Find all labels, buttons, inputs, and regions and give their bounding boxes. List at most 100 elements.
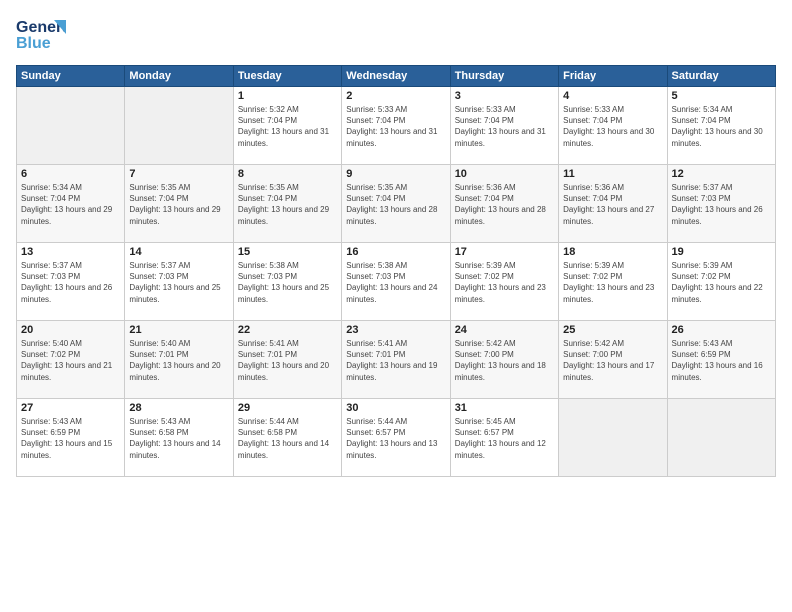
day-info: Sunrise: 5:44 AMSunset: 6:58 PMDaylight:…: [238, 416, 337, 461]
calendar-cell: 30 Sunrise: 5:44 AMSunset: 6:57 PMDayligh…: [342, 399, 450, 477]
calendar-cell: [17, 87, 125, 165]
day-number: 26: [672, 324, 771, 336]
calendar-cell: 17 Sunrise: 5:39 AMSunset: 7:02 PMDayligh…: [450, 243, 558, 321]
day-info: Sunrise: 5:37 AMSunset: 7:03 PMDaylight:…: [21, 260, 120, 305]
calendar-cell: 10Sunrise: 5:36 AMSunset: 7:04 PMDayligh…: [450, 165, 558, 243]
day-info: Sunrise: 5:38 AMSunset: 7:03 PMDaylight:…: [238, 260, 337, 305]
day-number: 19: [672, 246, 771, 258]
calendar-cell: 2Sunrise: 5:33 AMSunset: 7:04 PMDaylight…: [342, 87, 450, 165]
day-info: Sunrise: 5:42 AMSunset: 7:00 PMDaylight:…: [455, 338, 554, 383]
day-info: Sunrise: 5:40 AMSunset: 7:01 PMDaylight:…: [129, 338, 228, 383]
day-info: Sunrise: 5:36 AMSunset: 7:04 PMDaylight:…: [455, 182, 554, 227]
day-number: 4: [563, 90, 662, 102]
calendar-cell: [667, 399, 775, 477]
day-number: 14: [129, 246, 228, 258]
day-info: Sunrise: 5:39 AMSunset: 7:02 PMDaylight:…: [455, 260, 554, 305]
day-info: Sunrise: 5:41 AMSunset: 7:01 PMDaylight:…: [238, 338, 337, 383]
calendar-cell: 18 Sunrise: 5:39 AMSunset: 7:02 PMDayligh…: [559, 243, 667, 321]
day-info: Sunrise: 5:40 AMSunset: 7:02 PMDaylight:…: [21, 338, 120, 383]
weekday-header: Sunday: [17, 66, 125, 87]
svg-text:Blue: Blue: [16, 35, 51, 52]
calendar-week-row: 13 Sunrise: 5:37 AMSunset: 7:03 PMDayligh…: [17, 243, 776, 321]
calendar-week-row: 1 Sunrise: 5:32 AMSunset: 7:04 PMDaylight…: [17, 87, 776, 165]
logo-icon: General Blue: [16, 12, 66, 57]
day-number: 11: [563, 168, 662, 180]
day-number: 3: [455, 90, 554, 102]
calendar-cell: 24 Sunrise: 5:42 AMSunset: 7:00 PMDayligh…: [450, 321, 558, 399]
day-info: Sunrise: 5:45 AMSunset: 6:57 PMDaylight:…: [455, 416, 554, 461]
day-info: Sunrise: 5:39 AMSunset: 7:02 PMDaylight:…: [563, 260, 662, 305]
calendar-cell: 9 Sunrise: 5:35 AMSunset: 7:04 PMDaylight…: [342, 165, 450, 243]
calendar-cell: 12 Sunrise: 5:37 AMSunset: 7:03 PMDayligh…: [667, 165, 775, 243]
day-number: 24: [455, 324, 554, 336]
day-info: Sunrise: 5:35 AMSunset: 7:04 PMDaylight:…: [346, 182, 445, 227]
calendar-cell: 3 Sunrise: 5:33 AMSunset: 7:04 PMDaylight…: [450, 87, 558, 165]
calendar-week-row: 27 Sunrise: 5:43 AMSunset: 6:59 PMDayligh…: [17, 399, 776, 477]
calendar-cell: 28 Sunrise: 5:43 AMSunset: 6:58 PMDayligh…: [125, 399, 233, 477]
weekday-header: Monday: [125, 66, 233, 87]
weekday-header: Tuesday: [233, 66, 341, 87]
calendar-cell: 7 Sunrise: 5:35 AMSunset: 7:04 PMDaylight…: [125, 165, 233, 243]
day-number: 22: [238, 324, 337, 336]
calendar-cell: 8 Sunrise: 5:35 AMSunset: 7:04 PMDaylight…: [233, 165, 341, 243]
day-info: Sunrise: 5:36 AMSunset: 7:04 PMDaylight:…: [563, 182, 662, 227]
day-number: 17: [455, 246, 554, 258]
calendar-week-row: 6Sunrise: 5:34 AMSunset: 7:04 PMDaylight…: [17, 165, 776, 243]
calendar-cell: 29 Sunrise: 5:44 AMSunset: 6:58 PMDayligh…: [233, 399, 341, 477]
calendar-cell: [125, 87, 233, 165]
day-number: 27: [21, 402, 120, 414]
calendar-cell: 21Sunrise: 5:40 AMSunset: 7:01 PMDayligh…: [125, 321, 233, 399]
calendar-week-row: 20 Sunrise: 5:40 AMSunset: 7:02 PMDayligh…: [17, 321, 776, 399]
day-number: 9: [346, 168, 445, 180]
day-number: 31: [455, 402, 554, 414]
day-info: Sunrise: 5:37 AMSunset: 7:03 PMDaylight:…: [129, 260, 228, 305]
day-number: 6: [21, 168, 120, 180]
day-number: 12: [672, 168, 771, 180]
day-info: Sunrise: 5:35 AMSunset: 7:04 PMDaylight:…: [238, 182, 337, 227]
calendar-cell: 16Sunrise: 5:38 AMSunset: 7:03 PMDayligh…: [342, 243, 450, 321]
calendar-cell: 5 Sunrise: 5:34 AMSunset: 7:04 PMDaylight…: [667, 87, 775, 165]
day-number: 28: [129, 402, 228, 414]
day-info: Sunrise: 5:33 AMSunset: 7:04 PMDaylight:…: [455, 104, 554, 149]
calendar-cell: 19 Sunrise: 5:39 AMSunset: 7:02 PMDayligh…: [667, 243, 775, 321]
logo: General Blue: [16, 12, 68, 57]
day-number: 20: [21, 324, 120, 336]
calendar-cell: 23Sunrise: 5:41 AMSunset: 7:01 PMDayligh…: [342, 321, 450, 399]
day-number: 30: [346, 402, 445, 414]
weekday-header: Thursday: [450, 66, 558, 87]
day-number: 5: [672, 90, 771, 102]
day-info: Sunrise: 5:43 AMSunset: 6:59 PMDaylight:…: [21, 416, 120, 461]
day-number: 29: [238, 402, 337, 414]
calendar-cell: 4Sunrise: 5:33 AMSunset: 7:04 PMDaylight…: [559, 87, 667, 165]
day-info: Sunrise: 5:43 AMSunset: 6:58 PMDaylight:…: [129, 416, 228, 461]
day-info: Sunrise: 5:35 AMSunset: 7:04 PMDaylight:…: [129, 182, 228, 227]
weekday-header: Saturday: [667, 66, 775, 87]
day-number: 1: [238, 90, 337, 102]
calendar-cell: 27 Sunrise: 5:43 AMSunset: 6:59 PMDayligh…: [17, 399, 125, 477]
calendar-cell: 6Sunrise: 5:34 AMSunset: 7:04 PMDaylight…: [17, 165, 125, 243]
day-info: Sunrise: 5:43 AMSunset: 6:59 PMDaylight:…: [672, 338, 771, 383]
day-number: 2: [346, 90, 445, 102]
day-info: Sunrise: 5:34 AMSunset: 7:04 PMDaylight:…: [672, 104, 771, 149]
calendar-cell: 13 Sunrise: 5:37 AMSunset: 7:03 PMDayligh…: [17, 243, 125, 321]
day-info: Sunrise: 5:32 AMSunset: 7:04 PMDaylight:…: [238, 104, 337, 149]
calendar-cell: 20 Sunrise: 5:40 AMSunset: 7:02 PMDayligh…: [17, 321, 125, 399]
calendar-cell: 31 Sunrise: 5:45 AMSunset: 6:57 PMDayligh…: [450, 399, 558, 477]
day-number: 8: [238, 168, 337, 180]
weekday-header: Wednesday: [342, 66, 450, 87]
calendar-cell: [559, 399, 667, 477]
day-info: Sunrise: 5:37 AMSunset: 7:03 PMDaylight:…: [672, 182, 771, 227]
calendar-cell: 14 Sunrise: 5:37 AMSunset: 7:03 PMDayligh…: [125, 243, 233, 321]
day-number: 15: [238, 246, 337, 258]
calendar-cell: 11 Sunrise: 5:36 AMSunset: 7:04 PMDayligh…: [559, 165, 667, 243]
calendar-table: SundayMondayTuesdayWednesdayThursdayFrid…: [16, 65, 776, 477]
day-number: 7: [129, 168, 228, 180]
calendar-cell: 1 Sunrise: 5:32 AMSunset: 7:04 PMDaylight…: [233, 87, 341, 165]
weekday-header-row: SundayMondayTuesdayWednesdayThursdayFrid…: [17, 66, 776, 87]
day-info: Sunrise: 5:42 AMSunset: 7:00 PMDaylight:…: [563, 338, 662, 383]
calendar-cell: 22 Sunrise: 5:41 AMSunset: 7:01 PMDayligh…: [233, 321, 341, 399]
day-number: 18: [563, 246, 662, 258]
day-number: 13: [21, 246, 120, 258]
day-info: Sunrise: 5:44 AMSunset: 6:57 PMDaylight:…: [346, 416, 445, 461]
day-info: Sunrise: 5:39 AMSunset: 7:02 PMDaylight:…: [672, 260, 771, 305]
